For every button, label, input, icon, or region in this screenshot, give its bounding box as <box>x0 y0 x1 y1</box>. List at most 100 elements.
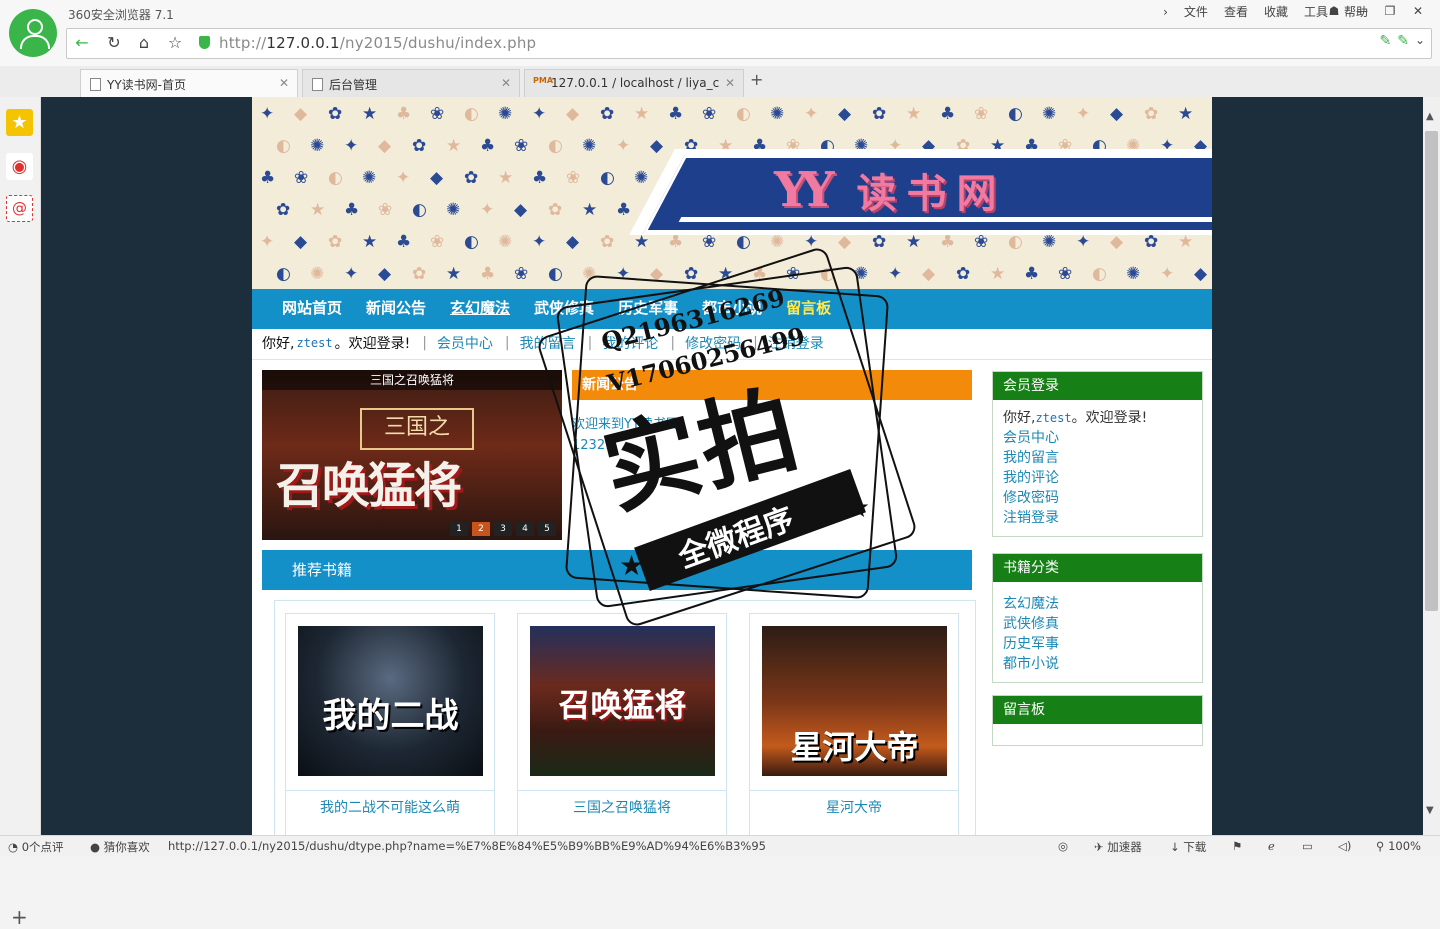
pattern-glyph: ✺ <box>634 168 648 188</box>
nav-fantasy[interactable]: 玄幻魔法 <box>438 289 522 327</box>
nav-guestbook[interactable]: 留言板 <box>774 289 843 327</box>
back-icon[interactable]: ← <box>71 33 93 52</box>
home-icon[interactable]: ⌂ <box>133 33 155 52</box>
link-logout[interactable]: 注销登录 <box>1003 508 1192 528</box>
category-wuxia[interactable]: 武侠修真 <box>1003 614 1192 634</box>
scroll-up-icon[interactable]: ▲ <box>1426 111 1434 122</box>
address-bar[interactable]: ← ↻ ⌂ ☆ http://127.0.0.1/ny2015/dushu/in… <box>66 28 1432 59</box>
pattern-glyph: ◆ <box>838 104 852 124</box>
security-status-icon[interactable]: ◎ <box>1058 839 1068 853</box>
tab-home[interactable]: YY读书网-首页 ✕ <box>80 69 298 97</box>
weibo-icon[interactable]: ◉ <box>6 153 33 180</box>
slide-dot[interactable]: 1 <box>450 522 468 536</box>
pattern-glyph: ❀ <box>514 136 528 156</box>
favorites-star-icon[interactable]: ★ <box>6 109 33 136</box>
pattern-glyph: ✦ <box>344 136 358 156</box>
skin-icon[interactable]: ☗ <box>1320 2 1348 20</box>
nav-home[interactable]: 网站首页 <box>270 289 354 327</box>
pattern-glyph: ✦ <box>344 264 358 284</box>
nav-urban[interactable]: 都市小说 <box>690 289 774 327</box>
pattern-glyph: ★ <box>1178 104 1193 124</box>
guess-status[interactable]: ● 猜你喜欢 <box>90 839 150 855</box>
pattern-glyph: ✿ <box>872 232 886 252</box>
nav-news[interactable]: 新闻公告 <box>354 289 438 327</box>
url-text[interactable]: http://127.0.0.1/ny2015/dushu/index.php <box>219 34 536 52</box>
book-card[interactable]: 召唤猛将 三国之召唤猛将 <box>517 613 727 835</box>
category-fantasy[interactable]: 玄幻魔法 <box>1003 594 1192 614</box>
nav-wuxia[interactable]: 武侠修真 <box>522 289 606 327</box>
book-card[interactable]: 我的二战 我的二战不可能这么萌 <box>285 613 495 835</box>
menu-file[interactable]: 文件 <box>1176 4 1216 20</box>
mail-icon[interactable]: @ <box>6 195 33 222</box>
close-tab-icon[interactable]: ✕ <box>501 76 511 90</box>
pattern-glyph: ♣ <box>940 104 955 124</box>
category-urban[interactable]: 都市小说 <box>1003 654 1192 674</box>
close-tab-icon[interactable]: ✕ <box>720 76 735 90</box>
minimize-button[interactable]: — <box>1348 2 1376 20</box>
link-my-comments[interactable]: 我的评论 <box>1003 468 1192 488</box>
add-sidebar-icon[interactable]: + <box>11 905 28 929</box>
news-item[interactable]: 欢迎来到YY读书网 <box>572 413 679 432</box>
scrollbar-thumb[interactable] <box>1425 131 1438 611</box>
slide-dot[interactable]: 4 <box>516 522 534 536</box>
new-tab-button[interactable]: + <box>750 70 763 89</box>
refresh-icon[interactable]: ↻ <box>103 33 125 52</box>
category-box: 书籍分类 玄幻魔法 武侠修真 历史军事 都市小说 <box>992 553 1203 683</box>
maximize-button[interactable]: ❐ <box>1376 2 1404 20</box>
slide-dot[interactable]: 3 <box>494 522 512 536</box>
category-history[interactable]: 历史军事 <box>1003 634 1192 654</box>
browser-logo-icon[interactable] <box>9 9 57 57</box>
close-button[interactable]: ✕ <box>1404 2 1432 20</box>
link-member-center[interactable]: 会员中心 <box>1003 428 1192 448</box>
chevron-down-icon[interactable]: ⌄ <box>1415 33 1425 49</box>
book-cover[interactable]: 召唤猛将 <box>530 626 715 776</box>
volume-icon[interactable]: ◁) <box>1338 839 1351 853</box>
ie-mode-icon[interactable]: ℯ <box>1268 839 1275 853</box>
slideshow[interactable]: 三国之召唤猛将 三国之 召唤猛将 1 2 3 4 5 <box>262 370 562 540</box>
link-change-password[interactable]: 修改密码 <box>1003 488 1192 508</box>
book-card[interactable]: 星河大帝 星河大帝 <box>749 613 959 835</box>
pattern-glyph: ✺ <box>310 264 324 284</box>
cover-text: 召唤猛将 <box>558 686 687 724</box>
pattern-glyph: ✦ <box>532 104 546 124</box>
link-my-messages[interactable]: 我的留言 <box>520 333 576 353</box>
comments-status[interactable]: ◔ 0个点评 <box>8 839 64 855</box>
link-member-center[interactable]: 会员中心 <box>437 333 493 353</box>
pattern-glyph: ★ <box>446 136 461 156</box>
compat-mode-icon[interactable]: ✎ <box>1397 33 1409 49</box>
tab-phpmyadmin[interactable]: PMA 127.0.0.1 / localhost / liya_c ✕ <box>524 69 744 97</box>
book-title[interactable]: 星河大帝 <box>750 790 958 825</box>
nav-history[interactable]: 历史军事 <box>606 289 690 327</box>
accelerator-status[interactable]: ✈ 加速器 <box>1094 839 1142 855</box>
menu-view[interactable]: 查看 <box>1216 4 1256 20</box>
edit-page-icon[interactable]: ✎ <box>1379 33 1391 49</box>
pattern-glyph: ★ <box>906 232 921 252</box>
scroll-down-icon[interactable]: ▼ <box>1426 805 1434 816</box>
download-status[interactable]: ↓ 下载 <box>1170 839 1206 855</box>
pattern-glyph: ✿ <box>412 264 426 284</box>
link-my-comments[interactable]: 我的评论 <box>602 333 658 353</box>
security-shield-icon[interactable] <box>199 36 210 49</box>
book-cover[interactable]: 星河大帝 <box>762 626 947 776</box>
menu-favorites[interactable]: 收藏 <box>1256 4 1296 20</box>
link-logout[interactable]: 注销登录 <box>768 333 824 353</box>
book-title[interactable]: 我的二战不可能这么萌 <box>286 790 494 825</box>
flag-icon[interactable]: ⚑ <box>1232 839 1242 853</box>
close-tab-icon[interactable]: ✕ <box>279 76 289 90</box>
bookmark-star-icon[interactable]: ☆ <box>164 33 186 52</box>
book-cover[interactable]: 我的二战 <box>298 626 483 776</box>
pattern-glyph: ★ <box>362 104 377 124</box>
divider-line <box>252 359 1212 360</box>
link-my-messages[interactable]: 我的留言 <box>1003 448 1192 468</box>
zoom-status[interactable]: ⚲ 100% <box>1376 839 1421 853</box>
news-item[interactable]: 12321 <box>572 438 679 453</box>
slide-dot[interactable]: 5 <box>538 522 556 536</box>
window-icon[interactable]: ▭ <box>1302 839 1313 853</box>
vertical-scrollbar[interactable]: ▲ ▼ <box>1423 97 1440 835</box>
site-logo[interactable]: YY 读书网 <box>774 161 1007 219</box>
book-title[interactable]: 三国之召唤猛将 <box>518 790 726 825</box>
link-change-password[interactable]: 修改密码 <box>685 333 741 353</box>
tab-admin[interactable]: 后台管理 ✕ <box>302 69 520 97</box>
slide-dot-active[interactable]: 2 <box>472 522 490 536</box>
menu-expand-icon[interactable]: › <box>1155 4 1176 20</box>
